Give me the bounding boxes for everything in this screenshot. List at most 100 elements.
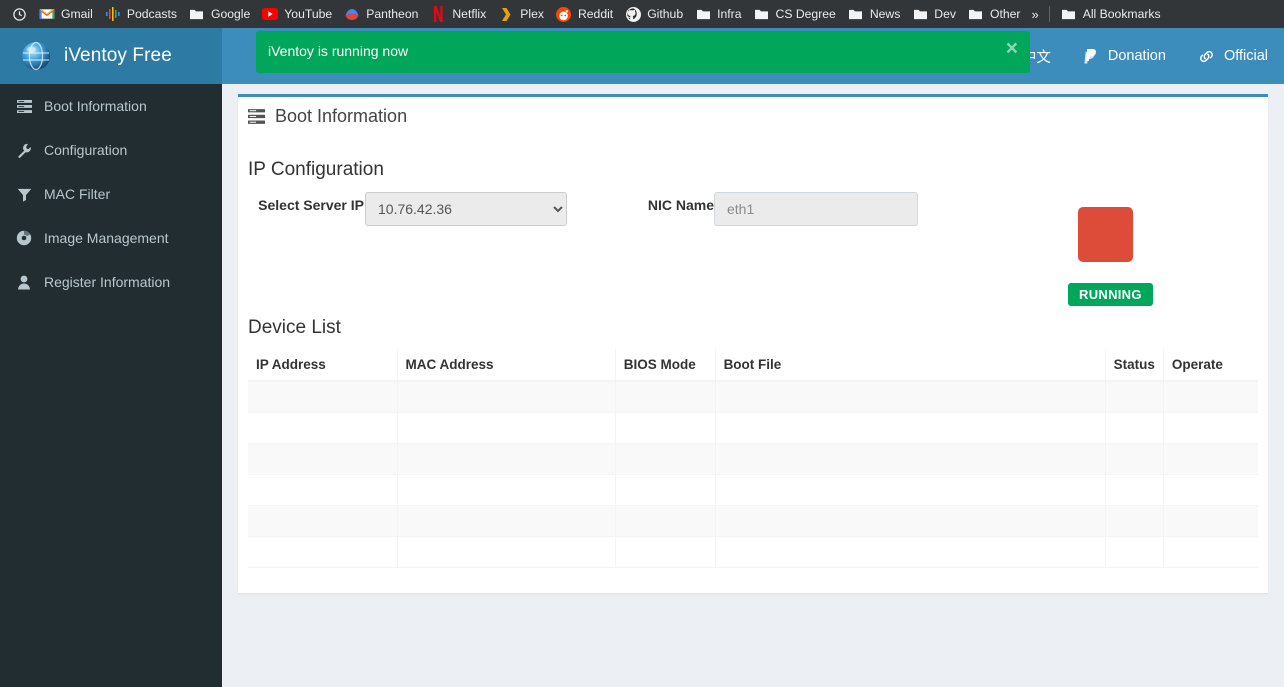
folder-icon xyxy=(754,6,770,22)
table-row[interactable] xyxy=(248,505,1258,537)
bookmark-youtube[interactable]: YouTube xyxy=(257,3,339,25)
table-row[interactable] xyxy=(248,412,1258,444)
sidebar-item-label: Register Information xyxy=(44,274,171,290)
header-links: 中文 Donation Official xyxy=(1006,28,1284,84)
bookmark-folder-cs-degree[interactable]: CS Degree xyxy=(749,3,843,25)
bookmark-netflix[interactable]: Netflix xyxy=(425,3,493,25)
app-title: iVentoy Free xyxy=(64,45,172,66)
table-row[interactable] xyxy=(248,536,1258,568)
official-site-link[interactable]: Official xyxy=(1182,28,1284,84)
bookmark-label: News xyxy=(869,6,901,21)
folder-icon xyxy=(848,6,864,22)
bookmark-pantheon[interactable]: Pantheon xyxy=(339,3,425,25)
cell-bios-mode xyxy=(615,474,716,506)
cell-operate xyxy=(1163,474,1258,506)
cell-bios-mode xyxy=(615,381,716,413)
bookmark-label: Pantheon xyxy=(366,6,419,21)
cell-ip-address xyxy=(248,412,398,444)
pantheon-icon xyxy=(344,6,360,22)
bookmark-folder-news[interactable]: News xyxy=(843,3,907,25)
app-logo-block[interactable]: iVentoy Free xyxy=(0,28,222,84)
bookmark-label: Podcasts xyxy=(126,6,177,21)
column-header-status: Status xyxy=(1105,349,1164,382)
table-row[interactable] xyxy=(248,443,1258,475)
bookmark-gmail[interactable]: Gmail xyxy=(34,3,100,25)
sidebar-item-label: Configuration xyxy=(44,142,128,158)
cell-mac-address xyxy=(397,381,616,413)
bookmark-podcasts[interactable]: Podcasts xyxy=(100,3,184,25)
folder-icon xyxy=(189,6,205,22)
cell-boot-file xyxy=(715,505,1106,537)
bookmark-folder-google[interactable]: Google xyxy=(184,3,257,25)
cell-mac-address xyxy=(397,536,616,568)
close-icon[interactable]: × xyxy=(1006,38,1018,59)
gmail-icon xyxy=(39,6,55,22)
sidebar: Boot Information Configuration MAC Filte… xyxy=(0,84,222,687)
reddit-icon xyxy=(556,6,572,22)
bookmark-reddit[interactable]: Reddit xyxy=(551,3,620,25)
sidebar-item-boot-information[interactable]: Boot Information xyxy=(0,84,222,128)
cell-operate xyxy=(1163,505,1258,537)
nic-name-field[interactable] xyxy=(714,192,918,226)
status-badge: RUNNING xyxy=(1068,283,1153,306)
cell-boot-file xyxy=(715,381,1106,413)
table-row[interactable] xyxy=(248,381,1258,413)
history-icon xyxy=(11,6,27,22)
bookmark-history[interactable] xyxy=(6,3,34,25)
device-list-heading: Device List xyxy=(248,317,341,338)
cell-status xyxy=(1105,536,1164,568)
column-header-operate: Operate xyxy=(1163,349,1258,382)
device-table-head: IP Address MAC Address BIOS Mode Boot Fi… xyxy=(248,349,1258,382)
cell-operate xyxy=(1163,443,1258,475)
device-table-body xyxy=(248,381,1258,568)
page-title-text: Boot Information xyxy=(275,106,408,126)
ip-configuration-heading: IP Configuration xyxy=(248,159,384,180)
cell-status xyxy=(1105,505,1164,537)
sidebar-item-mac-filter[interactable]: MAC Filter xyxy=(0,172,222,216)
bookmark-separator xyxy=(1048,6,1050,22)
bookmark-label: CS Degree xyxy=(775,6,836,21)
bookmark-folder-other[interactable]: Other xyxy=(963,3,1027,25)
all-bookmarks-button[interactable]: All Bookmarks xyxy=(1056,3,1168,25)
sidebar-item-label: Image Management xyxy=(44,230,169,246)
bookmark-folder-dev[interactable]: Dev xyxy=(907,3,963,25)
cell-status xyxy=(1105,381,1164,413)
column-header-bios-mode: BIOS Mode xyxy=(615,349,716,382)
stop-service-button[interactable] xyxy=(1078,207,1133,262)
nic-name-label: NIC Name xyxy=(647,197,714,213)
bookmark-label: Dev xyxy=(934,6,956,21)
cell-mac-address xyxy=(397,474,616,506)
select-server-ip-dropdown[interactable]: 10.76.42.36 xyxy=(365,192,567,226)
bookmark-label: YouTube xyxy=(284,6,333,21)
bookmark-label: Gmail xyxy=(61,6,93,21)
donation-label: Donation xyxy=(1107,48,1166,64)
bookmark-github[interactable]: Github xyxy=(620,3,690,25)
cell-status xyxy=(1105,412,1164,444)
bookmarks-overflow-button[interactable]: » xyxy=(1027,7,1042,22)
page-title: Boot Information xyxy=(248,106,407,127)
cell-bios-mode xyxy=(615,536,716,568)
netflix-icon xyxy=(430,6,446,22)
bookmark-folder-infra[interactable]: Infra xyxy=(690,3,748,25)
sidebar-item-register-information[interactable]: Register Information xyxy=(0,260,222,304)
table-row[interactable] xyxy=(248,474,1258,506)
wrench-icon xyxy=(13,143,35,158)
bookmark-plex[interactable]: Plex xyxy=(493,3,551,25)
column-header-mac-address: MAC Address xyxy=(397,349,616,382)
folder-icon xyxy=(912,6,928,22)
github-icon xyxy=(625,6,641,22)
cell-bios-mode xyxy=(615,443,716,475)
bookmark-label: Infra xyxy=(717,6,742,21)
alert-message: iVentoy is running now xyxy=(268,43,409,59)
folder-icon xyxy=(1061,6,1077,22)
filter-icon xyxy=(13,187,35,202)
cell-ip-address xyxy=(248,443,398,475)
cell-bios-mode xyxy=(615,505,716,537)
cell-boot-file xyxy=(715,474,1106,506)
cell-ip-address xyxy=(248,381,398,413)
sidebar-item-image-management[interactable]: Image Management xyxy=(0,216,222,260)
sidebar-item-configuration[interactable]: Configuration xyxy=(0,128,222,172)
bookmark-label: Other xyxy=(989,6,1021,21)
donation-link[interactable]: Donation xyxy=(1067,28,1182,84)
device-list-table: IP Address MAC Address BIOS Mode Boot Fi… xyxy=(248,349,1258,568)
